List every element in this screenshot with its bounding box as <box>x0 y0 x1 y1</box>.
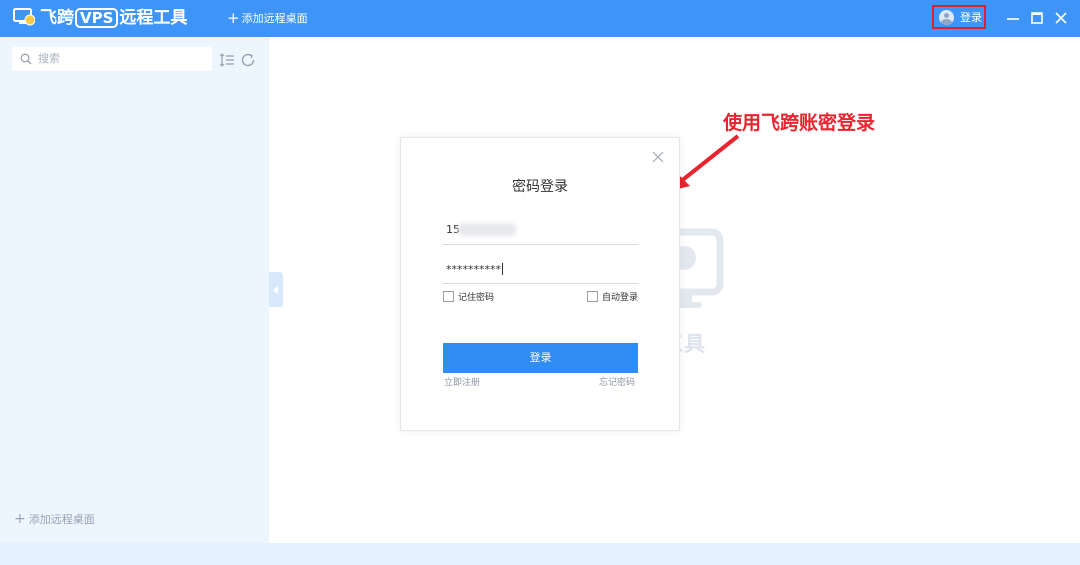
text-caret <box>502 263 503 275</box>
avatar-icon <box>939 10 954 25</box>
plus-icon: + <box>227 9 240 27</box>
search-input[interactable]: 搜索 <box>12 47 212 71</box>
password-value: ********** <box>446 263 501 276</box>
login-dialog: 密码登录 15 ********** 记住密码 自动登录 登录 立即注册 忘记密… <box>400 137 680 431</box>
submit-login-button[interactable]: 登录 <box>443 343 638 373</box>
refresh-icon[interactable] <box>240 52 256 68</box>
login-button[interactable]: 登录 <box>932 5 986 29</box>
login-button-label: 登录 <box>960 11 982 24</box>
minimize-icon[interactable] <box>1004 9 1022 27</box>
plus-icon: + <box>14 511 26 527</box>
username-field[interactable]: 15 <box>443 218 638 245</box>
username-redacted <box>458 223 516 236</box>
auto-login-checkbox[interactable]: 自动登录 <box>587 291 638 304</box>
app-logo-icon <box>13 8 35 26</box>
remember-password-checkbox[interactable]: 记住密码 <box>443 291 494 304</box>
close-window-icon[interactable] <box>1052 9 1070 27</box>
title-bar: 飞跨 VPS 远程工具 + 添加远程桌面 登录 <box>0 0 1080 37</box>
app-title: 飞跨 VPS 远程工具 <box>40 8 188 28</box>
sidebar <box>0 37 269 543</box>
add-remote-desktop-button[interactable]: + 添加远程桌面 <box>227 10 308 27</box>
collapse-sidebar-handle[interactable] <box>269 272 283 307</box>
close-dialog-icon[interactable] <box>652 151 664 163</box>
sort-icon[interactable] <box>219 52 235 68</box>
dialog-title: 密码登录 <box>512 179 568 195</box>
password-field[interactable]: ********** <box>443 258 638 284</box>
sidebar-add-remote-desktop[interactable]: + 添加远程桌面 <box>14 512 95 527</box>
status-bar <box>0 543 1080 565</box>
register-link[interactable]: 立即注册 <box>444 377 480 389</box>
checkbox-icon <box>443 291 454 302</box>
search-placeholder: 搜索 <box>38 52 60 65</box>
maximize-icon[interactable] <box>1028 9 1046 27</box>
search-icon <box>20 53 32 65</box>
checkbox-icon <box>587 291 598 302</box>
forgot-password-link[interactable]: 忘记密码 <box>599 377 635 389</box>
